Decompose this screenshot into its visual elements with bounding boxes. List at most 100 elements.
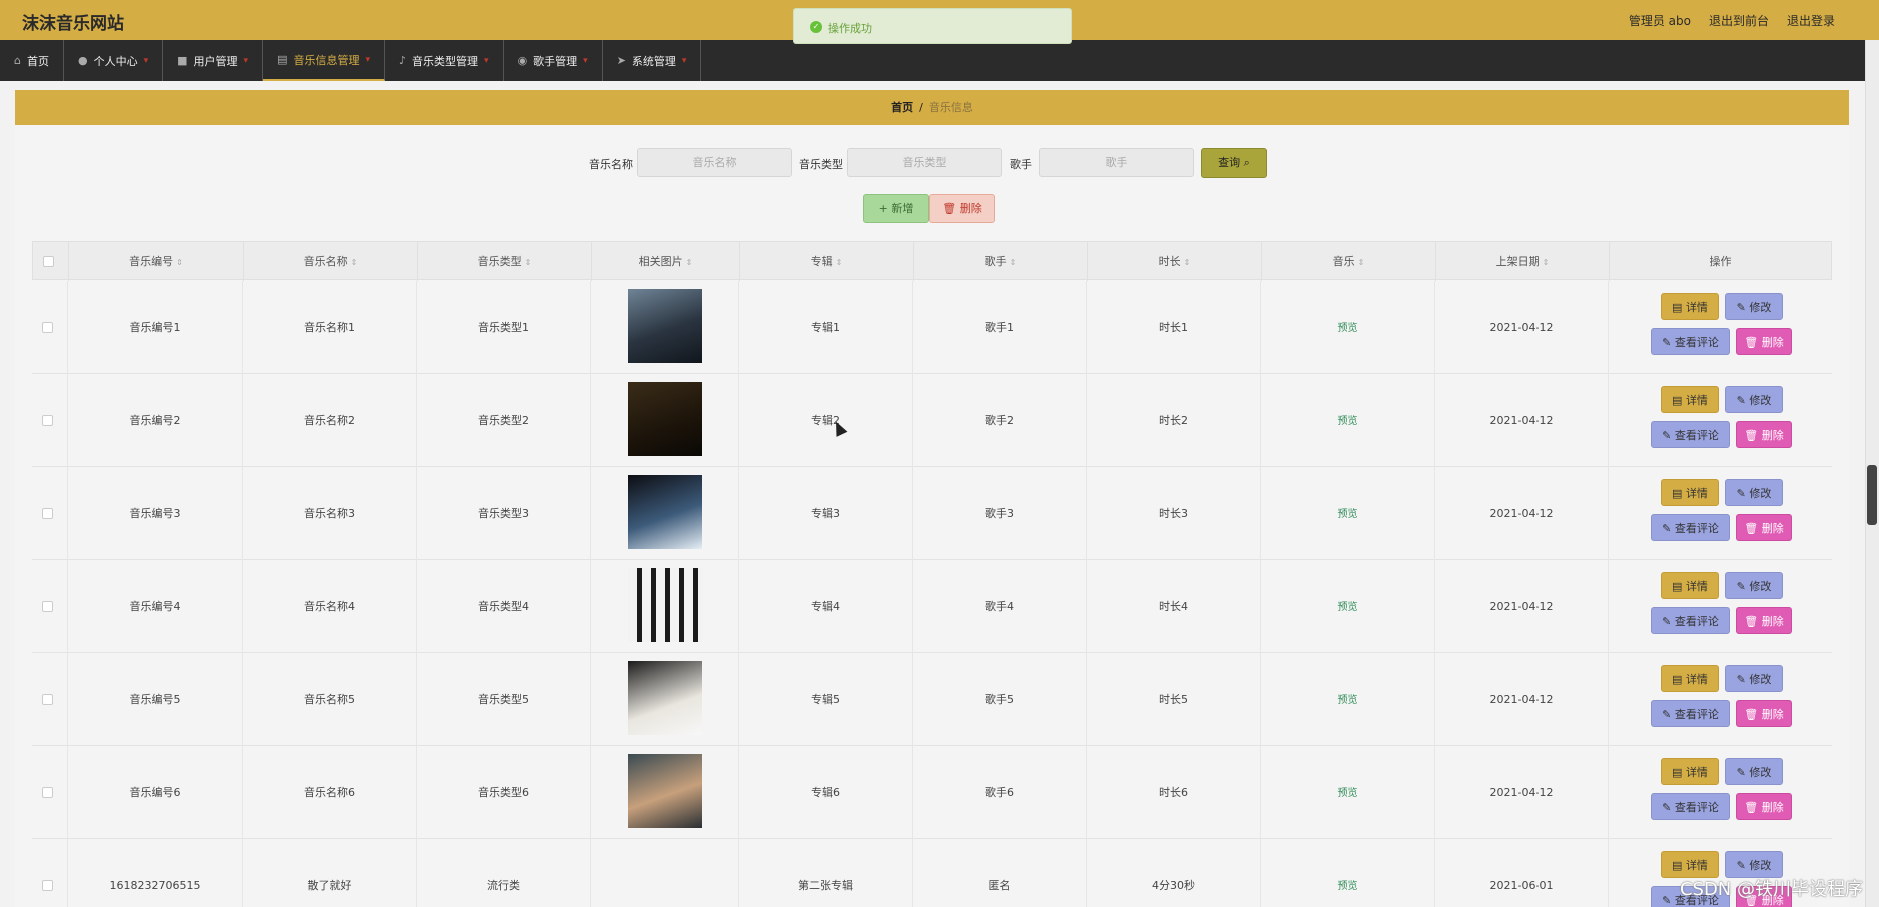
preview-link[interactable]: 预览 [1338, 788, 1358, 799]
album-cover-image [628, 289, 702, 363]
query-button[interactable]: 查询 ⌕ [1201, 148, 1267, 178]
preview-link[interactable]: 预览 [1338, 416, 1358, 427]
col-type[interactable]: 音乐类型 ⇕ [418, 242, 592, 281]
view-comments-button[interactable]: ✎ 查看评论 [1651, 421, 1730, 448]
edit-button[interactable]: ✎ 修改 [1725, 479, 1783, 506]
delete-button[interactable]: 🗑 删除 [1736, 514, 1792, 541]
batch-delete-button[interactable]: 🗑 删除 [929, 194, 995, 223]
row-checkbox[interactable] [42, 415, 53, 426]
col-date[interactable]: 上架日期 ⇕ [1436, 242, 1610, 281]
preview-link[interactable]: 预览 [1338, 509, 1358, 520]
delete-button[interactable]: 🗑 删除 [1736, 607, 1792, 634]
album-cover-image [628, 661, 702, 735]
row-checkbox[interactable] [42, 322, 53, 333]
cell-date: 2021-06-01 [1435, 839, 1609, 907]
pencil-icon: ✎ [1736, 487, 1750, 500]
music-type-input[interactable]: 音乐类型 [847, 148, 1002, 177]
nav-system[interactable]: ➤ 系统管理 ▾ [603, 40, 702, 81]
row-checkbox[interactable] [42, 601, 53, 612]
album-cover-image [628, 475, 702, 549]
cell-name: 音乐名称2 [243, 374, 417, 467]
nav-music-info[interactable]: ▤ 音乐信息管理 ▾ [263, 40, 385, 81]
cell-music: 预览 [1261, 560, 1435, 653]
nav-label: 音乐信息管理 [293, 53, 360, 67]
view-comments-button[interactable]: ✎ 查看评论 [1651, 328, 1730, 355]
preview-link[interactable]: 预览 [1338, 695, 1358, 706]
album-cover-image [628, 568, 702, 642]
col-album[interactable]: 专辑 ⇕ [740, 242, 914, 281]
edit-button[interactable]: ✎ 修改 [1725, 572, 1783, 599]
scrollbar-thumb[interactable] [1867, 465, 1877, 525]
chevron-down-icon: ▾ [143, 55, 149, 66]
select-all-checkbox[interactable] [43, 256, 54, 267]
preview-link[interactable]: 预览 [1338, 602, 1358, 613]
col-name[interactable]: 音乐名称 ⇕ [244, 242, 418, 281]
row-checkbox[interactable] [42, 694, 53, 705]
col-actions: 操作 [1709, 255, 1732, 268]
singer-input[interactable]: 歌手 [1039, 148, 1194, 177]
row-actions: ▤ 详情 ✎ 修改 ✎ 查看评论 🗑 删除 [1609, 374, 1830, 467]
col-image[interactable]: 相关图片 ⇕ [592, 242, 740, 281]
cell-name: 散了就好 [243, 839, 417, 907]
col-singer[interactable]: 歌手 ⇕ [914, 242, 1088, 281]
col-music[interactable]: 音乐 ⇕ [1262, 242, 1436, 281]
detail-button[interactable]: ▤ 详情 [1661, 758, 1719, 785]
detail-button[interactable]: ▤ 详情 [1661, 386, 1719, 413]
row-select-cell [32, 467, 68, 560]
back-to-front-link[interactable]: 退出到前台 [1709, 12, 1769, 29]
view-comments-button[interactable]: ✎ 查看评论 [1651, 793, 1730, 820]
view-comments-button[interactable]: ✎ 查看评论 [1651, 514, 1730, 541]
add-button[interactable]: + 新增 [863, 194, 929, 223]
nav-users[interactable]: ■ 用户管理 ▾ [163, 40, 264, 81]
nav-home[interactable]: ⌂ 首页 [0, 40, 64, 81]
cell-type: 流行类 [417, 839, 591, 907]
col-duration[interactable]: 时长 ⇕ [1088, 242, 1262, 281]
delete-button[interactable]: 🗑 删除 [1736, 421, 1792, 448]
row-select-cell [32, 281, 68, 374]
edit-button[interactable]: ✎ 修改 [1725, 851, 1783, 878]
music-name-label: 音乐名称 [589, 158, 633, 171]
nav-singers[interactable]: ◉ 歌手管理 ▾ [504, 40, 603, 81]
edit-button[interactable]: ✎ 修改 [1725, 293, 1783, 320]
col-id[interactable]: 音乐编号 ⇕ [69, 242, 244, 281]
detail-button[interactable]: ▤ 详情 [1661, 479, 1719, 506]
pencil-icon: ✎ [1736, 766, 1750, 779]
preview-link[interactable]: 预览 [1338, 881, 1358, 892]
logout-link[interactable]: 退出登录 [1787, 12, 1835, 29]
row-checkbox[interactable] [42, 508, 53, 519]
row-checkbox[interactable] [42, 880, 53, 891]
cell-duration: 时长6 [1087, 746, 1261, 839]
detail-button[interactable]: ▤ 详情 [1661, 665, 1719, 692]
preview-link[interactable]: 预览 [1338, 323, 1358, 334]
delete-button[interactable]: 🗑 删除 [1736, 328, 1792, 355]
nav-music-types[interactable]: ♪ 音乐类型管理 ▾ [385, 40, 504, 81]
table-row: 音乐编号3 音乐名称3 音乐类型3 专辑3 歌手3 时长3 预览 2021-04-12 ▤ 详… [32, 467, 1832, 560]
pencil-icon: ✎ [1736, 394, 1750, 407]
delete-button[interactable]: 🗑 删除 [1736, 793, 1792, 820]
row-select-cell [32, 374, 68, 467]
view-comments-button[interactable]: ✎ 查看评论 [1651, 607, 1730, 634]
detail-button[interactable]: ▤ 详情 [1661, 572, 1719, 599]
breadcrumb-home[interactable]: 首页 [891, 101, 913, 114]
view-comments-button[interactable]: ✎ 查看评论 [1651, 700, 1730, 727]
pencil-icon: ✎ [1736, 301, 1750, 314]
row-checkbox[interactable] [42, 787, 53, 798]
cell-album: 专辑1 [739, 281, 913, 374]
delete-button[interactable]: 🗑 删除 [1736, 700, 1792, 727]
cell-type: 音乐类型3 [417, 467, 591, 560]
edit-button[interactable]: ✎ 修改 [1725, 665, 1783, 692]
cell-album: 第二张专辑 [739, 839, 913, 907]
cell-music: 预览 [1261, 653, 1435, 746]
cell-music: 预览 [1261, 281, 1435, 374]
cell-image [591, 374, 739, 467]
nav-profile[interactable]: ● 个人中心 ▾ [64, 40, 164, 81]
edit-button[interactable]: ✎ 修改 [1725, 758, 1783, 785]
detail-button[interactable]: ▤ 详情 [1661, 851, 1719, 878]
edit-button[interactable]: ✎ 修改 [1725, 386, 1783, 413]
cell-singer: 歌手4 [913, 560, 1087, 653]
row-actions: ▤ 详情 ✎ 修改 ✎ 查看评论 🗑 删除 [1609, 653, 1830, 746]
cell-music: 预览 [1261, 467, 1435, 560]
music-name-input[interactable]: 音乐名称 [637, 148, 792, 177]
detail-button[interactable]: ▤ 详情 [1661, 293, 1719, 320]
doc-icon: ▤ [1672, 394, 1686, 407]
